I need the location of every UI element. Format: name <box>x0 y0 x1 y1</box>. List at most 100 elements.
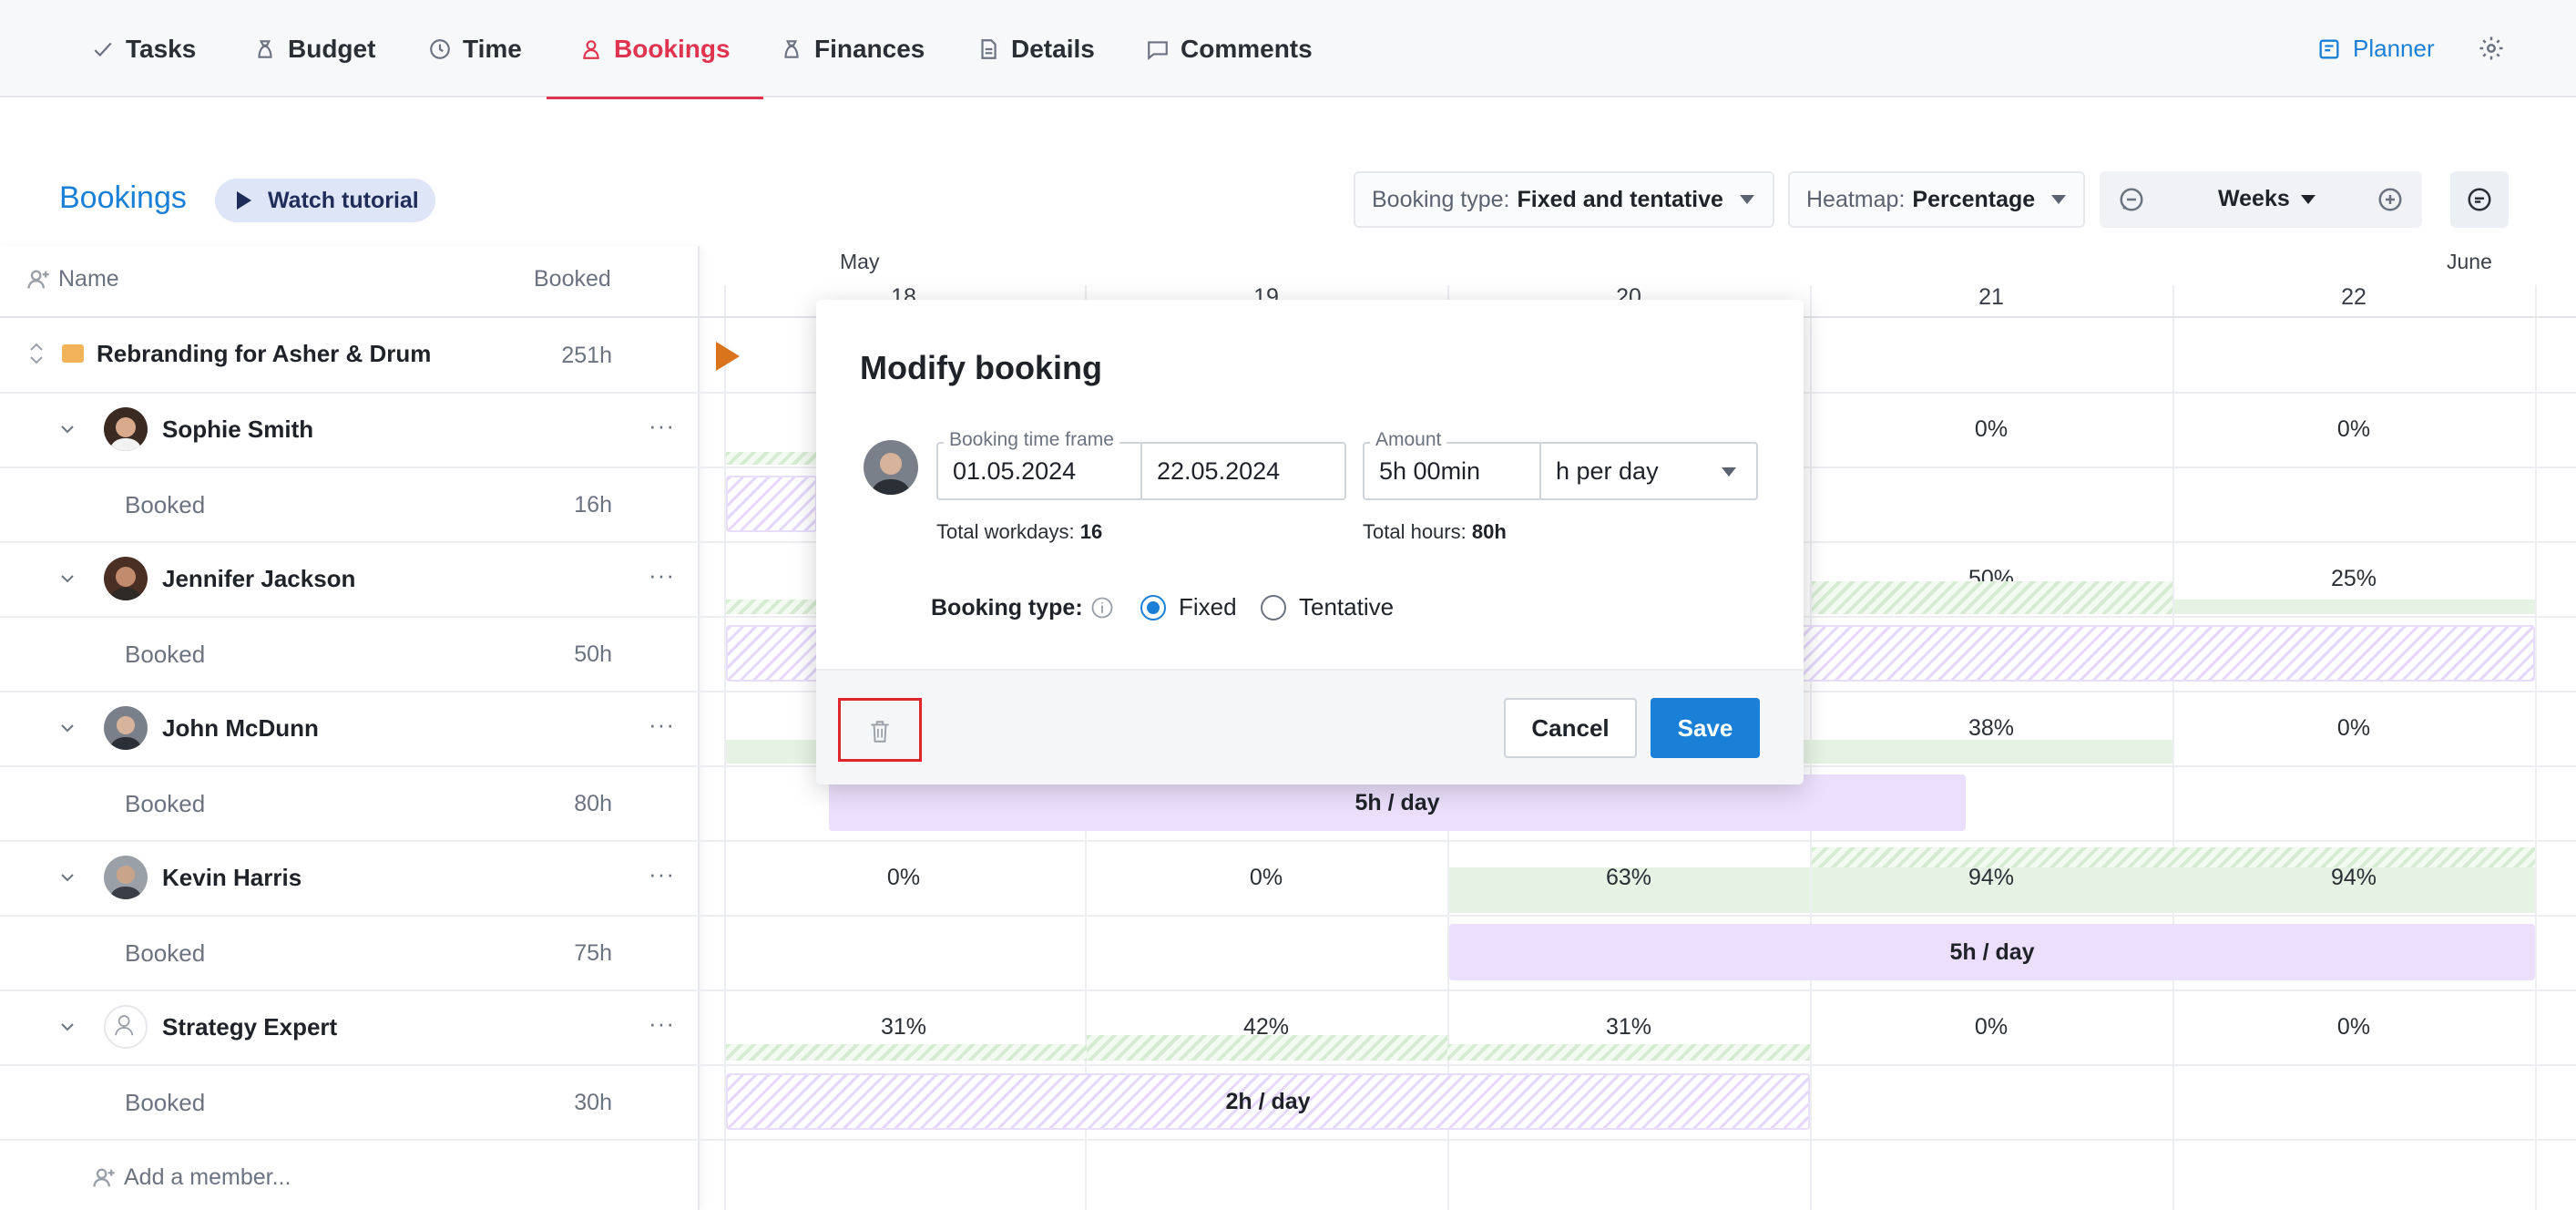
end-date-field[interactable]: 22.05.2024 <box>1140 442 1346 500</box>
radio-tentative[interactable]: Tentative <box>1261 593 1394 621</box>
dialog-footer: Cancel Save <box>816 669 1804 784</box>
tab-budget[interactable]: Budget <box>253 0 375 97</box>
add-member-button[interactable]: Add a member... <box>91 1164 291 1191</box>
heatmap-percent: 38% <box>1968 715 2015 741</box>
name-column-header[interactable]: Name <box>26 266 119 292</box>
chevron-down-icon[interactable] <box>58 719 77 737</box>
booking-bar[interactable] <box>726 476 817 532</box>
modify-booking-dialog: Modify booking 01.05.2024 22.05.2024 Boo… <box>816 300 1804 784</box>
project-hours: 251h <box>561 343 612 368</box>
month-label: June <box>2447 250 2492 273</box>
radio-circle[interactable] <box>1140 594 1166 620</box>
heatmap-percent: 0% <box>1974 416 2009 442</box>
start-date-value: 01.05.2024 <box>953 456 1077 485</box>
amount-value: 5h 00min <box>1379 456 1481 485</box>
avatar <box>104 407 148 451</box>
project-name: Rebranding for Asher & Drum <box>97 339 432 367</box>
expand-collapse-icon[interactable] <box>27 339 46 368</box>
tab-comments[interactable]: Comments <box>1146 0 1313 97</box>
zoom-out-icon[interactable] <box>2118 186 2145 213</box>
play-icon <box>237 191 251 210</box>
member-row[interactable]: John McDunn <box>58 706 319 750</box>
member-row[interactable]: Kevin Harris <box>58 856 302 899</box>
info-icon[interactable] <box>1089 595 1115 620</box>
timeframe-label: Booking time frame <box>944 429 1119 451</box>
delete-booking-button[interactable] <box>838 698 922 762</box>
booking-type-value: Fixed and tentative <box>1517 186 1723 212</box>
tab-finances[interactable]: Finances <box>780 0 925 97</box>
more-options-icon[interactable]: ··· <box>649 860 675 888</box>
grid-line <box>2172 285 2174 1210</box>
radio-circle[interactable] <box>1261 594 1286 620</box>
heatmap-bar <box>726 452 817 465</box>
planner-link[interactable]: Planner <box>2316 0 2435 97</box>
member-row[interactable]: Strategy Expert <box>58 1005 337 1049</box>
tab-bookings[interactable]: Bookings <box>547 0 763 99</box>
end-date-value: 22.05.2024 <box>1157 456 1281 485</box>
avatar <box>864 440 918 495</box>
more-options-icon[interactable]: ··· <box>649 711 675 739</box>
booking-type-dropdown[interactable]: Booking type: Fixed and tentative <box>1354 171 1774 228</box>
tab-time-label: Time <box>463 34 522 63</box>
save-button[interactable]: Save <box>1651 698 1760 758</box>
row-divider <box>0 840 2576 842</box>
booking-type-label: Booking type: <box>931 595 1083 620</box>
watch-tutorial-button[interactable]: Watch tutorial <box>215 179 435 222</box>
booking-bar[interactable]: 2h / day <box>726 1073 1810 1130</box>
radio-fixed[interactable]: Fixed <box>1140 593 1237 621</box>
zoom-level-dropdown[interactable]: Weeks <box>2218 186 2315 212</box>
total-workdays-value: 16 <box>1079 520 1103 543</box>
member-name: Kevin Harris <box>162 863 302 891</box>
tab-details-label: Details <box>1011 34 1095 63</box>
member-hours: 75h <box>574 940 612 966</box>
chevron-down-icon[interactable] <box>58 569 77 588</box>
month-label: May <box>840 250 880 273</box>
amount-unit-select[interactable]: h per day <box>1539 442 1758 500</box>
row-divider <box>0 915 2576 917</box>
comment-icon <box>1148 40 1168 60</box>
member-row[interactable]: Sophie Smith <box>58 407 313 451</box>
member-row[interactable]: Jennifer Jackson <box>58 557 355 600</box>
tab-tasks[interactable]: Tasks <box>91 0 196 97</box>
total-workdays: Total workdays: 16 <box>936 520 1102 544</box>
tab-time[interactable]: Time <box>428 0 522 97</box>
booked-column-header: Booked <box>534 266 611 292</box>
heatmap-percent: 31% <box>880 1014 927 1040</box>
more-options-icon[interactable]: ··· <box>649 1010 675 1038</box>
caret-down-icon <box>2051 195 2067 204</box>
dialog-title: Modify booking <box>860 349 1102 386</box>
heatmap-bar <box>2174 600 2535 614</box>
heatmap-percent: 0% <box>1249 865 1283 890</box>
member-name: John McDunn <box>162 713 319 742</box>
check-icon <box>94 42 112 56</box>
planner-icon <box>2319 39 2339 58</box>
watch-tutorial-label: Watch tutorial <box>268 187 419 213</box>
more-options-icon[interactable]: ··· <box>649 412 675 440</box>
today-marker <box>716 342 740 371</box>
tab-budget-label: Budget <box>288 34 376 63</box>
more-options-icon[interactable]: ··· <box>649 561 675 590</box>
chevron-down-icon[interactable] <box>58 1018 77 1036</box>
chevron-down-icon[interactable] <box>58 868 77 887</box>
document-icon <box>981 38 997 59</box>
clock-icon <box>430 38 450 59</box>
heatmap-value: Percentage <box>1912 186 2036 212</box>
member-name: Jennifer Jackson <box>162 564 356 592</box>
gear-icon[interactable] <box>2478 35 2505 62</box>
booking-bar-label: 5h / day <box>1949 938 2035 965</box>
project-row[interactable]: Rebranding for Asher & Drum <box>27 339 431 368</box>
booking-type-label: Booking type: <box>1372 186 1510 212</box>
add-person-icon <box>27 270 49 288</box>
radio-tentative-label: Tentative <box>1299 593 1395 620</box>
zoom-in-icon[interactable] <box>2377 186 2404 213</box>
heatmap-dropdown[interactable]: Heatmap: Percentage <box>1788 171 2085 228</box>
tab-details[interactable]: Details <box>976 0 1095 97</box>
booking-bar[interactable]: 5h / day <box>1449 924 2535 980</box>
comments-toggle-button[interactable] <box>2450 171 2509 228</box>
chevron-down-icon[interactable] <box>58 420 77 438</box>
avatar <box>104 706 148 750</box>
radio-fixed-label: Fixed <box>1179 593 1237 620</box>
heatmap-percent: 94% <box>2330 865 2377 890</box>
cancel-button[interactable]: Cancel <box>1504 698 1637 758</box>
row-divider <box>0 1139 2576 1141</box>
